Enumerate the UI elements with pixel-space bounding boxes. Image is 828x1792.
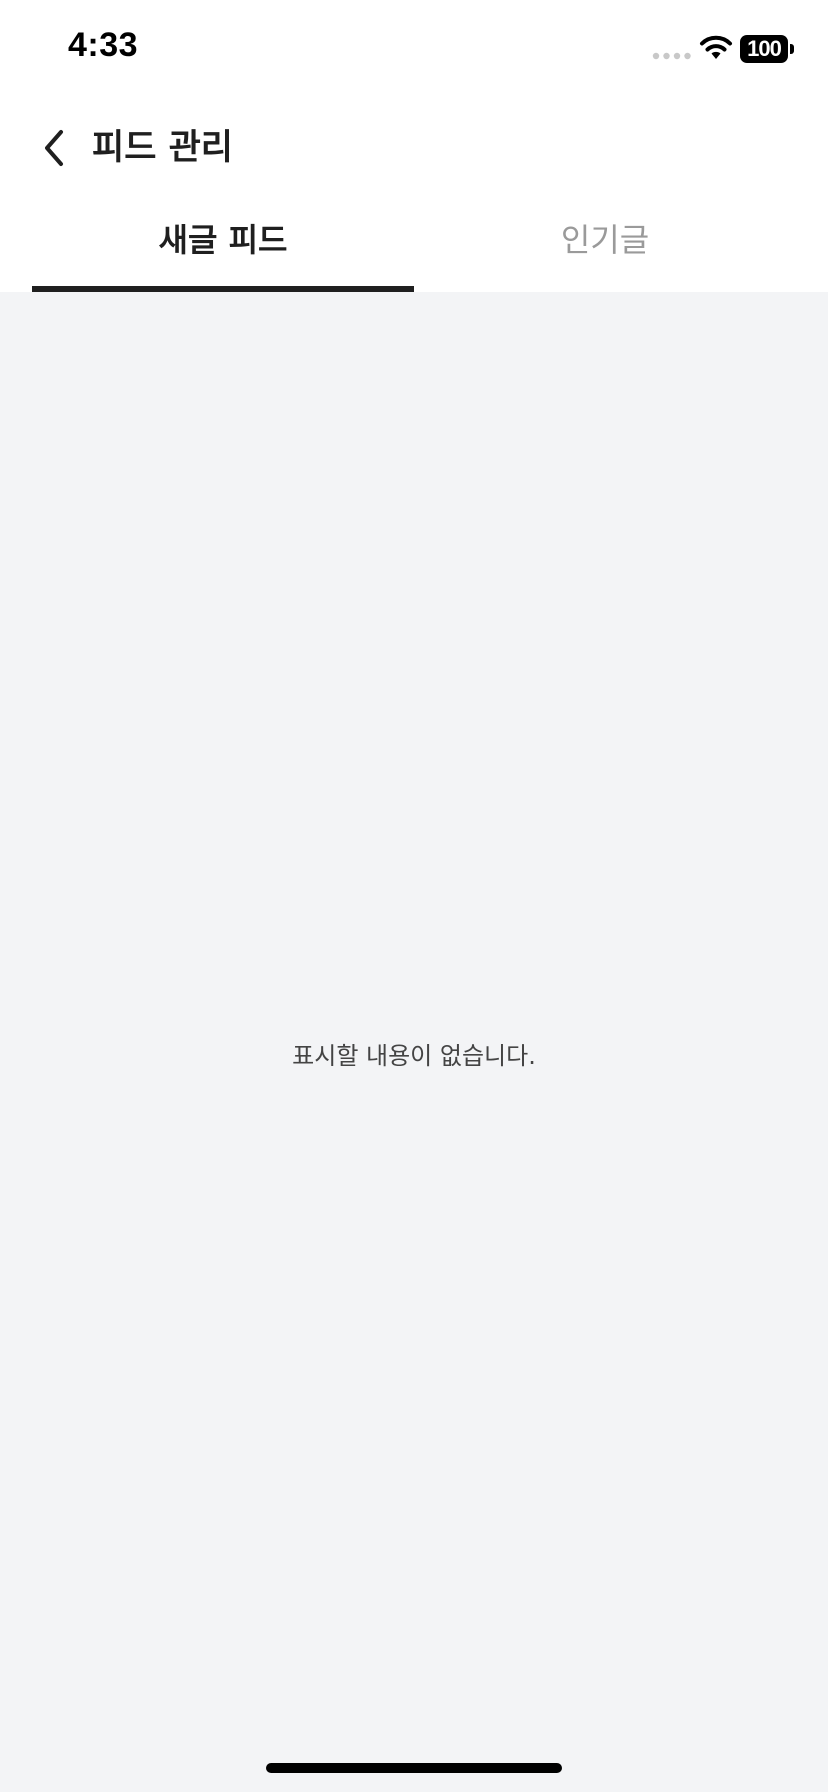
home-indicator[interactable] <box>266 1763 562 1773</box>
battery-level: 100 <box>740 35 788 63</box>
header-area: 4:33 100 피드 관리 새글 피드 인기글 <box>0 0 828 292</box>
battery-icon: 100 <box>740 35 796 63</box>
signal-dots-icon <box>652 52 691 60</box>
navigation-bar: 피드 관리 <box>0 100 828 196</box>
back-button[interactable] <box>28 120 80 176</box>
battery-cap <box>790 44 794 54</box>
tab-new-feed[interactable]: 새글 피드 <box>32 196 414 292</box>
tab-popular[interactable]: 인기글 <box>414 196 796 292</box>
empty-state-message: 표시할 내용이 없습니다. <box>292 1042 536 1070</box>
status-time: 4:33 <box>68 26 139 64</box>
page-title: 피드 관리 <box>92 128 233 168</box>
wifi-icon <box>700 35 732 59</box>
chevron-left-icon <box>45 130 63 166</box>
tab-bar: 새글 피드 인기글 <box>0 196 828 292</box>
tab-active-indicator <box>32 286 414 292</box>
status-bar: 4:33 100 <box>0 0 828 100</box>
